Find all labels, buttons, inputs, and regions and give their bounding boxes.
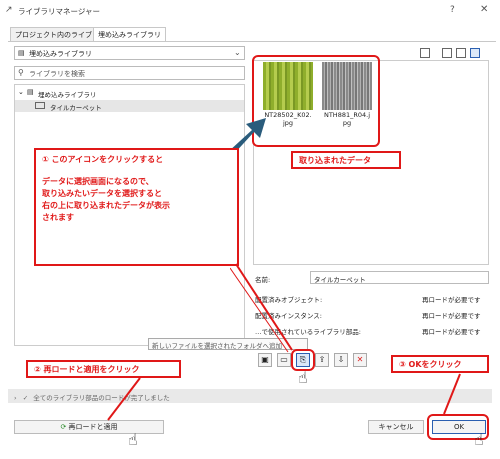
window-title: ライブラリマネージャー [18, 7, 100, 16]
tree-item-label: タイルカーペット [50, 104, 102, 112]
placed-instances-value: 再ロードが必要です [422, 312, 481, 320]
note-imported-data: 取り込まれたデータ [291, 151, 401, 169]
hand-pointer-icon: ☝ [128, 430, 138, 449]
note-3: ③ OKをクリック [391, 355, 489, 373]
list-view-icon[interactable] [442, 48, 452, 58]
reload-icon: ⟳ [60, 423, 67, 431]
tab-divider [8, 41, 496, 42]
name-field[interactable]: タイルカーペット [310, 271, 489, 284]
tab-embedded-library[interactable]: 埋め込みライブラリ [93, 27, 166, 41]
library-icon: ▤ [27, 88, 34, 96]
search-icon: ⚲ [18, 68, 24, 77]
tree-item-embedded-library[interactable]: ⌄ ▤ 埋め込みライブラリ [15, 87, 244, 99]
red-pointer-line-2 [107, 377, 141, 421]
folder-view-icon[interactable] [420, 48, 430, 58]
tree-item-label: 埋め込みライブラリ [38, 91, 97, 99]
export-icon[interactable]: ⇩ [334, 353, 348, 367]
help-button[interactable]: ? [450, 5, 455, 15]
app-icon: ↗ [5, 5, 13, 15]
search-placeholder: ライブラリを検索 [29, 70, 85, 78]
folder-icon [35, 102, 45, 109]
library-search-input[interactable]: ⚲ ライブラリを検索 [14, 66, 245, 80]
thumbnail-view-icon[interactable] [470, 48, 480, 58]
chevron-down-icon: ⌄ [234, 48, 241, 57]
expand-icon[interactable]: ⌄ [18, 88, 24, 96]
library-dropdown[interactable]: ▤ 埋め込みライブラリ ⌄ [14, 46, 245, 60]
hand-pointer-icon: ☝ [298, 368, 308, 387]
cancel-button[interactable]: キャンセル [368, 420, 424, 434]
tree-item-tile-carpet[interactable]: タイルカーペット [15, 100, 244, 112]
used-parts-value: 再ロードが必要です [422, 328, 481, 336]
delete-icon[interactable]: ✕ [353, 353, 367, 367]
note-1: ① このアイコンをクリックすると データに選択画面になるので、 取り込みたいデー… [34, 148, 239, 266]
title-bar: ↗ ライブラリマネージャー ? ✕ [0, 0, 500, 22]
checkmark-icon: ✓ [22, 394, 29, 402]
detail-view-icon[interactable] [456, 48, 466, 58]
red-pointer-lines [230, 263, 293, 353]
library-dropdown-value: 埋め込みライブラリ [29, 50, 92, 58]
name-value: タイルカーペット [314, 276, 366, 284]
expand-status-icon[interactable]: › [14, 394, 17, 402]
status-bar: › ✓ 全てのライブラリ部品のロードが完了しました [8, 389, 492, 403]
import-icon[interactable]: ⇪ [315, 353, 329, 367]
close-button[interactable]: ✕ [480, 4, 488, 15]
library-icon: ▤ [18, 49, 25, 57]
hand-pointer-icon: ☝ [474, 430, 484, 449]
placed-objects-value: 再ロードが必要です [422, 296, 481, 304]
